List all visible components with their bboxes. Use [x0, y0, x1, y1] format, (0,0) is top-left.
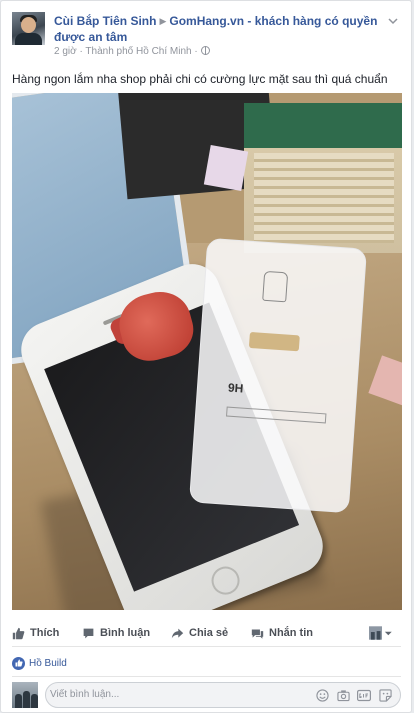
post-photo[interactable]: 9H: [12, 93, 402, 610]
comment-label: Bình luận: [100, 627, 151, 639]
chevron-down-icon[interactable]: [388, 16, 398, 26]
user-avatar: [12, 682, 38, 708]
like-button[interactable]: Thích: [12, 621, 59, 645]
send-label: Nhắn tin: [269, 627, 313, 639]
post-card: Cùi Bắp Tiên Sinh ▶ GomHang.vn - khách hàn…: [0, 0, 412, 713]
reactions-summary[interactable]: Hồ Build: [12, 655, 67, 671]
arrow-right-icon: ▶: [159, 16, 167, 26]
share-icon: [171, 628, 184, 638]
author-avatar[interactable]: [12, 12, 45, 45]
photo-screen-protector: 9H: [188, 237, 368, 514]
messenger-icon: [251, 628, 264, 639]
action-bar: Thích Bình luận Chia sẻ Nhắn tin: [12, 621, 401, 645]
page-avatar-icon: [369, 626, 383, 640]
post-location[interactable]: Thành phố Hồ Chí Minh: [85, 46, 191, 57]
camera-icon[interactable]: [336, 688, 350, 702]
like-icon: [12, 627, 25, 639]
divider: [12, 676, 401, 677]
photo-label: 9H: [227, 380, 244, 396]
send-message-button[interactable]: Nhắn tin: [251, 621, 313, 645]
post-text: Hàng ngon lắm nha shop phải chi có cường…: [12, 72, 388, 86]
sticker-icon[interactable]: [378, 688, 392, 702]
post-header: Cùi Bắp Tiên Sinh ▶ GomHang.vn - khách hàn…: [12, 12, 401, 62]
comment-composer: Viết bình luận...: [12, 682, 401, 708]
share-label: Chia sẻ: [189, 627, 229, 639]
gif-icon[interactable]: [357, 688, 371, 702]
comment-button[interactable]: Bình luận: [82, 621, 150, 645]
post-title: Cùi Bắp Tiên Sinh ▶ GomHang.vn - khách hàn…: [54, 13, 399, 45]
post-as-selector[interactable]: [369, 625, 393, 641]
emoji-icon[interactable]: [315, 688, 329, 702]
share-button[interactable]: Chia sẻ: [171, 621, 228, 645]
reaction-names[interactable]: Hồ Build: [29, 658, 67, 669]
like-label: Thích: [30, 627, 60, 639]
comment-tools: [315, 688, 392, 702]
post-time[interactable]: 2 giờ: [54, 46, 77, 57]
author-name[interactable]: Cùi Bắp Tiên Sinh: [54, 14, 156, 28]
like-badge-icon: [12, 656, 25, 670]
comment-icon: [83, 628, 94, 638]
globe-icon: [200, 46, 210, 55]
chevron-down-icon: [385, 631, 393, 635]
comment-placeholder: Viết bình luận...: [50, 689, 120, 700]
divider: [12, 646, 401, 647]
post-meta: 2 giờ · Thành phố Hồ Chí Minh ·: [54, 45, 210, 58]
